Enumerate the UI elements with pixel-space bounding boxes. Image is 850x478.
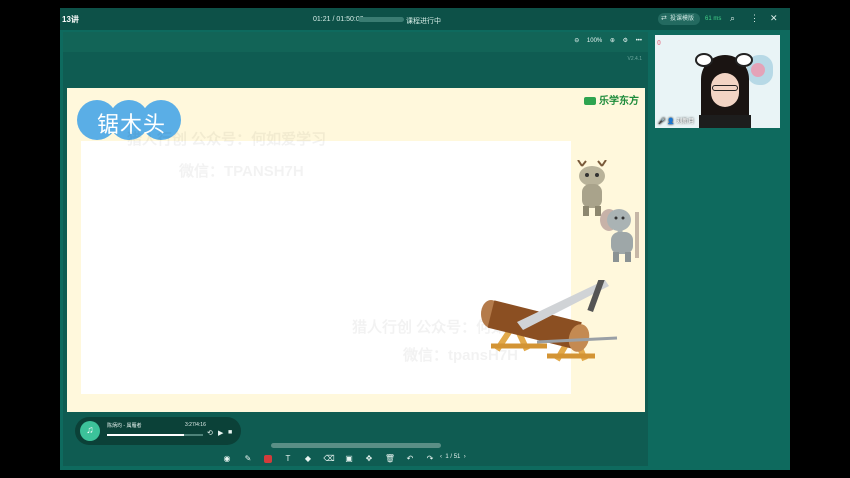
- watermark: 猎人行创 公众号：何如爱学习: [127, 131, 327, 148]
- board-scrollbar[interactable]: [271, 443, 441, 448]
- zoom-in-icon[interactable]: ⊕: [610, 38, 615, 44]
- slide: 乐学东方 锯木头 猎人行创 公众号：何如爱学习 微信：TPANSH7H 猎人行创…: [67, 88, 645, 412]
- close-icon[interactable]: ✕: [770, 13, 778, 24]
- play-icon[interactable]: ▶: [218, 429, 223, 437]
- log-saw-illustration: [481, 280, 618, 362]
- music-disc-icon[interactable]: ♫: [80, 421, 100, 441]
- teacher-glasses: [712, 85, 738, 91]
- fill-icon[interactable]: ◆: [302, 453, 314, 465]
- mode-button[interactable]: ⇄ 投课模版: [658, 13, 701, 25]
- tool-bar: ◉ ✎ T ◆ ⌫ ▣ ✥ 🗑 ↶ ↷ ‹ 1 / 51 ›: [60, 450, 648, 468]
- undo-icon[interactable]: ↶: [404, 453, 416, 465]
- next-page-icon[interactable]: ›: [464, 454, 466, 460]
- teacher-shirt: [699, 115, 751, 128]
- song-progress-fill: [107, 434, 184, 436]
- move-icon[interactable]: ✥: [363, 453, 375, 465]
- settings-icon[interactable]: ⚙: [623, 38, 628, 44]
- whiteboard-area: ⊖ 100% ⊕ ⚙ ••• V2.4.1 乐学东方 锯木头 猎人行创 公众号：…: [63, 32, 648, 466]
- panda-headband: [695, 53, 713, 67]
- cartoon-face: [751, 63, 765, 77]
- board-header: ⊖ 100% ⊕ ⚙ •••: [63, 32, 648, 52]
- classroom-window: 13讲 01:21 / 01:50:00 课程进行中 ⇄ 投课模版 61 ms …: [60, 8, 790, 470]
- search-icon[interactable]: ⌕: [730, 13, 735, 24]
- redo-icon[interactable]: ↷: [424, 453, 436, 465]
- more-icon[interactable]: •••: [636, 38, 642, 44]
- mode-label: 投课模版: [670, 16, 695, 22]
- song-title: 陈炳均 - 属雁者: [107, 423, 142, 429]
- swap-icon: ⇄: [661, 15, 667, 22]
- network-latency: 61 ms: [705, 16, 722, 22]
- shape-icon[interactable]: [264, 455, 272, 463]
- eraser-icon[interactable]: ⌫: [323, 453, 335, 465]
- elephant-illustration: [600, 209, 639, 262]
- title-bar: 13讲 01:21 / 01:50:00 课程进行中 ⇄ 投课模版 61 ms …: [60, 8, 790, 30]
- pen-icon[interactable]: ✎: [242, 453, 254, 465]
- page-navigator: ‹ 1 / 51 ›: [440, 454, 466, 460]
- version-label: V2.4.1: [627, 56, 642, 62]
- zoom-out-icon[interactable]: ⊖: [574, 38, 579, 44]
- music-player: ♫ 陈炳均 - 属雁者 3:27/4:16 ⟲ ▶ ■: [75, 417, 241, 445]
- brand-icon: [584, 97, 596, 105]
- zoom-level: 100%: [586, 38, 603, 44]
- current-page: 1: [445, 454, 449, 460]
- stop-icon[interactable]: ■: [228, 429, 232, 436]
- teacher-name-text: 刘新月: [676, 119, 695, 125]
- class-progress-bar: [358, 17, 404, 22]
- camera-counter: 0: [657, 40, 661, 47]
- lesson-number: 13讲: [62, 15, 79, 24]
- brand-name: 乐学东方: [599, 96, 639, 107]
- brand-logo: 乐学东方: [584, 92, 639, 107]
- loop-icon[interactable]: ⟲: [207, 429, 213, 437]
- zoom-controls: ⊖ 100% ⊕ ⚙ •••: [568, 37, 642, 44]
- class-timer: 01:21 / 01:50:00: [313, 16, 364, 23]
- watermark: 微信：TPANSH7H: [179, 163, 304, 180]
- prev-page-icon[interactable]: ‹: [440, 454, 442, 460]
- teacher-video: 0 🎤 👤 刘新月: [655, 35, 780, 128]
- class-status: 课程进行中: [406, 18, 441, 25]
- trash-icon[interactable]: 🗑: [384, 453, 396, 465]
- song-progress-bar[interactable]: [107, 434, 203, 436]
- more-vertical-icon[interactable]: ⋮: [750, 13, 759, 24]
- total-pages: / 51: [450, 454, 461, 460]
- screen-icon[interactable]: ▣: [343, 453, 355, 465]
- panda-headband: [735, 53, 753, 67]
- teacher-name: 🎤 👤 刘新月: [658, 119, 695, 125]
- text-icon[interactable]: T: [282, 453, 294, 465]
- song-time: 3:27/4:16: [185, 422, 206, 428]
- record-icon[interactable]: ◉: [221, 453, 233, 465]
